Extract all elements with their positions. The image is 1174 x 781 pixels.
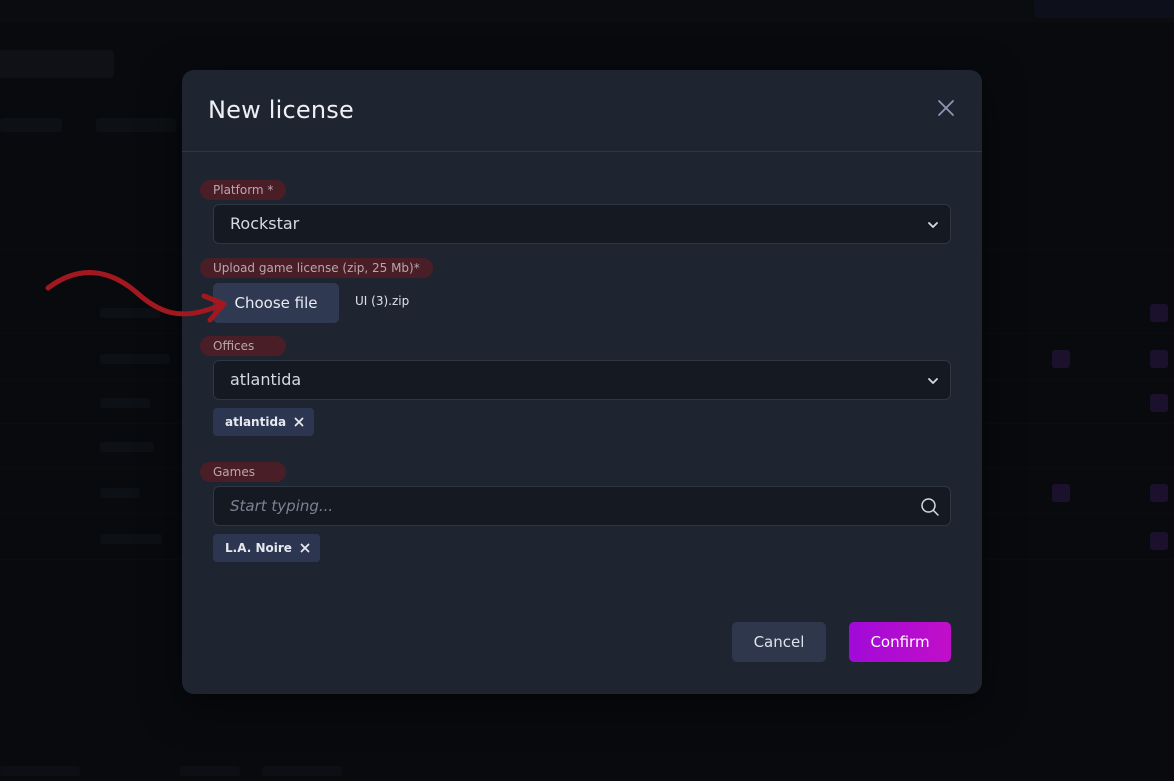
offices-select[interactable]: atlantida [213, 360, 951, 400]
remove-office-chip-button[interactable] [294, 417, 304, 427]
remove-game-chip-button[interactable] [300, 543, 310, 553]
dialog-header: New license [182, 70, 982, 152]
new-license-dialog: New license Platform * Rockstar Upload g… [182, 70, 982, 694]
selected-file-name: UI (3).zip [355, 294, 410, 308]
close-button[interactable] [934, 96, 958, 120]
offices-selected-value: atlantida [230, 370, 302, 389]
games-search-input[interactable] [230, 487, 910, 525]
offices-label: Offices [200, 336, 286, 356]
games-label: Games [200, 462, 286, 482]
close-icon [938, 100, 954, 116]
remove-chip-icon [294, 417, 304, 427]
chevron-down-icon [928, 378, 938, 384]
games-search-field [213, 486, 951, 526]
platform-select[interactable]: Rockstar [213, 204, 951, 244]
platform-label: Platform * [200, 180, 287, 200]
remove-chip-icon [300, 543, 310, 553]
search-icon [921, 498, 939, 516]
chevron-down-icon [928, 222, 938, 228]
annotation-arrow [45, 270, 227, 323]
office-chip: atlantida [213, 408, 315, 436]
game-chip-label: L.A. Noire [225, 541, 292, 555]
confirm-button[interactable]: Confirm [849, 622, 951, 662]
platform-selected-value: Rockstar [230, 214, 300, 233]
cancel-button[interactable]: Cancel [732, 622, 826, 662]
office-chip-label: atlantida [225, 415, 287, 429]
game-chip: L.A. Noire [213, 534, 320, 562]
dialog-title: New license [208, 96, 354, 124]
